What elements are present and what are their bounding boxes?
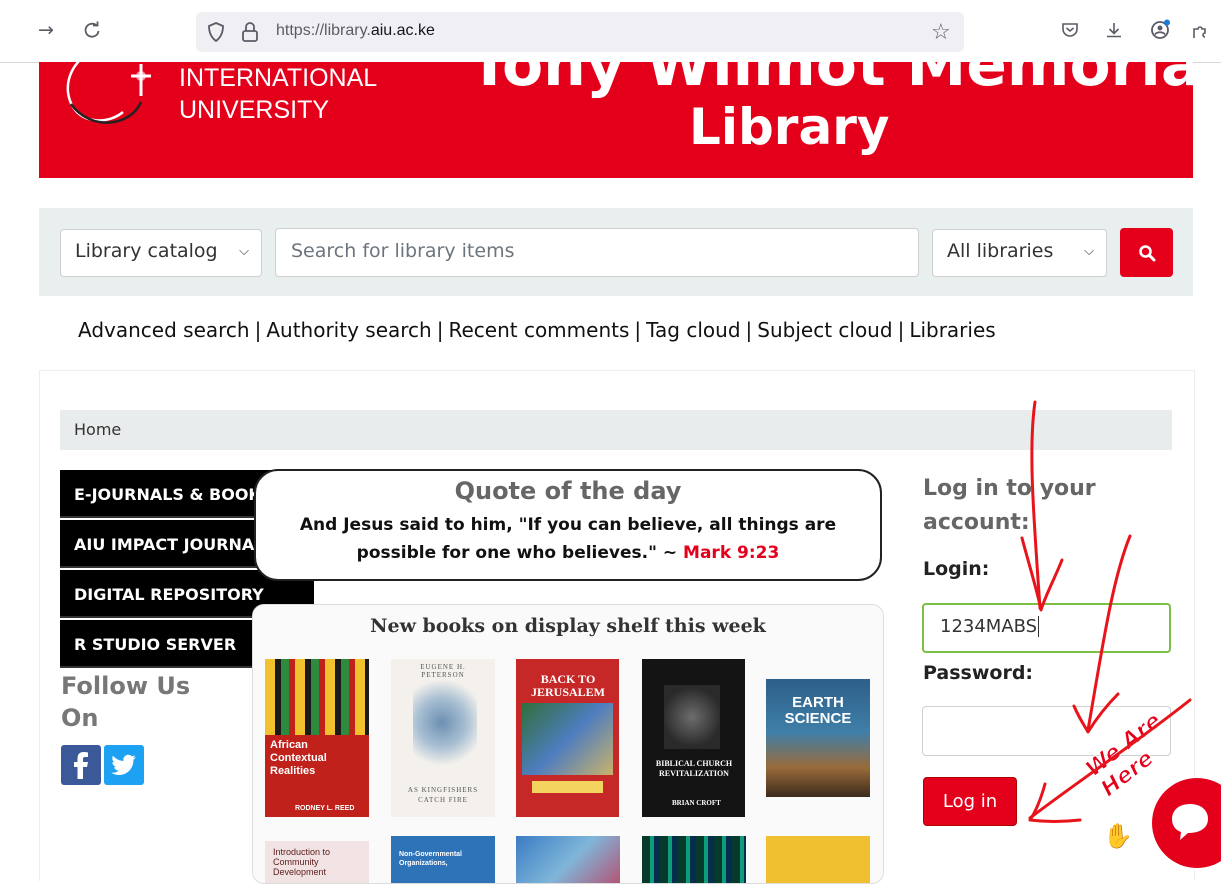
login-button[interactable]: Log in xyxy=(923,777,1017,826)
books-title: New books on display shelf this week xyxy=(370,615,766,637)
book-cover[interactable]: EARTH SCIENCE xyxy=(766,679,870,797)
browser-toolbar: → https://library.aiu.ac.ke ☆ xyxy=(0,0,1221,63)
extensions-icon[interactable] xyxy=(1186,16,1214,44)
book-cover[interactable]: BIBLICAL CHURCH REVITALIZATION BRIAN CRO… xyxy=(642,659,745,817)
banner-title-top: Tony Wilmot Memorial xyxy=(469,62,1193,100)
authority-search-link[interactable]: Authority search xyxy=(266,318,431,342)
banner-title: Library xyxy=(689,98,890,156)
recent-comments-link[interactable]: Recent comments xyxy=(448,318,629,342)
twitter-icon[interactable] xyxy=(104,745,144,785)
follow-us-heading: Follow Us On xyxy=(61,672,191,732)
lock-icon[interactable] xyxy=(241,21,259,47)
advanced-search-link[interactable]: Advanced search xyxy=(78,318,250,342)
search-links: Advanced search | Authority search | Recent … xyxy=(78,318,996,342)
catalog-select[interactable]: Library catalog ⌵ xyxy=(60,229,262,277)
new-books-carousel: New books on display shelf this week Afr… xyxy=(252,604,884,884)
breadcrumb-home[interactable]: Home xyxy=(74,420,121,439)
facebook-icon[interactable] xyxy=(61,745,101,785)
book-cover[interactable] xyxy=(516,836,620,883)
library-banner[interactable]: INTERNATIONAL UNIVERSITY Tony Wilmot Mem… xyxy=(39,62,1193,178)
account-icon[interactable] xyxy=(1146,16,1174,44)
book-cover[interactable]: Non-Governmental Organizations, xyxy=(391,836,495,883)
libraries-link[interactable]: Libraries xyxy=(909,318,995,342)
book-cover[interactable]: BACK TO JERUSALEM xyxy=(516,659,619,817)
subject-cloud-link[interactable]: Subject cloud xyxy=(757,318,892,342)
book-cover[interactable]: EUGENE H. PETERSON AS KINGFISHERS CATCH … xyxy=(391,659,495,817)
login-input[interactable]: 1234MABS xyxy=(922,603,1171,653)
aiu-logo-icon xyxy=(66,62,151,124)
quote-of-the-day: Quote of the day And Jesus said to him, … xyxy=(254,469,882,581)
download-icon[interactable] xyxy=(1100,16,1128,44)
quote-text: And Jesus said to him, "If you can belie… xyxy=(299,515,837,563)
org-name-line2: UNIVERSITY xyxy=(179,96,330,124)
book-cover[interactable] xyxy=(642,836,746,883)
search-button[interactable] xyxy=(1120,228,1173,277)
breadcrumb: Home xyxy=(60,410,1172,450)
search-input[interactable]: Search for library items xyxy=(275,228,919,277)
address-bar[interactable]: https://library.aiu.ac.ke ☆ xyxy=(196,12,964,52)
chat-bubble-icon xyxy=(1172,804,1208,840)
tracking-shield-icon[interactable] xyxy=(206,21,226,47)
reload-icon[interactable] xyxy=(78,16,106,44)
waving-hand-icon: ✋ xyxy=(1103,822,1133,850)
org-name-line1: INTERNATIONAL xyxy=(179,64,378,92)
pocket-icon[interactable] xyxy=(1056,16,1084,44)
login-label: Login: xyxy=(923,558,990,580)
quote-reference: Mark 9:23 xyxy=(683,543,780,563)
login-heading: Log in to your account: xyxy=(923,476,1096,535)
book-cover[interactable]: Introduction to Community Development xyxy=(265,841,369,883)
chevron-down-icon: ⌵ xyxy=(1084,244,1094,259)
bookmark-star-icon[interactable]: ☆ xyxy=(931,20,951,45)
search-icon xyxy=(1139,245,1156,262)
libraries-select[interactable]: All libraries ⌵ xyxy=(932,229,1107,277)
book-cover[interactable] xyxy=(766,836,870,883)
chevron-down-icon: ⌵ xyxy=(239,244,249,259)
url-text[interactable]: https://library.aiu.ac.ke xyxy=(276,22,435,40)
book-cover[interactable]: African Contextual Realities RODNEY L. R… xyxy=(265,659,369,817)
search-bar: Library catalog ⌵ Search for library ite… xyxy=(39,208,1193,296)
forward-icon[interactable]: → xyxy=(32,16,60,44)
tag-cloud-link[interactable]: Tag cloud xyxy=(646,318,740,342)
quote-title: Quote of the day xyxy=(454,477,682,505)
password-label: Password: xyxy=(923,662,1034,684)
